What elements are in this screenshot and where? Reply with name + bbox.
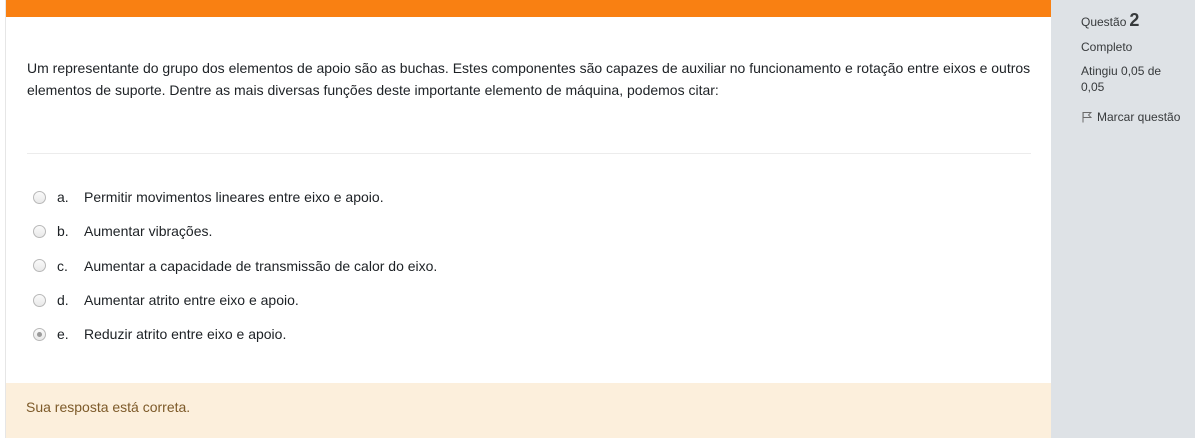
radio-button[interactable] [33, 190, 46, 204]
question-text: Um representante do grupo dos elementos … [27, 60, 1031, 98]
question-number-value: 2 [1129, 10, 1140, 30]
radio-button[interactable] [33, 224, 46, 238]
feedback-text: Sua resposta está correta. [26, 399, 191, 415]
question-state: Completo [1081, 40, 1133, 54]
question-number: Questão 2 [1081, 10, 1195, 31]
answer-letter: b. [57, 223, 69, 240]
answer-option-d[interactable]: d. Aumentar atrito entre eixo e apoio. [33, 283, 1013, 317]
question-grade: Atingiu 0,05 de 0,05 [1081, 64, 1162, 94]
answer-list: a. Permitir movimentos lineares entre ei… [33, 180, 1013, 351]
answer-option-e[interactable]: e. Reduzir atrito entre eixo e apoio. [33, 317, 1013, 351]
answer-letter: c. [57, 257, 68, 274]
answer-letter: e. [57, 326, 69, 343]
answer-label[interactable]: Permitir movimentos lineares entre eixo … [84, 189, 384, 205]
answer-option-c[interactable]: c. Aumentar a capacidade de transmissão … [33, 249, 1013, 283]
flag-question-link[interactable]: Marcar questão [1081, 110, 1195, 124]
radio-button[interactable] [33, 259, 46, 273]
question-number-label: Questão [1081, 15, 1127, 29]
answer-letter: d. [57, 292, 69, 309]
answer-option-a[interactable]: a. Permitir movimentos lineares entre ei… [33, 180, 1013, 214]
answer-label[interactable]: Aumentar vibrações. [84, 223, 212, 239]
feedback-panel: Sua resposta está correta. [6, 383, 1052, 438]
answer-label[interactable]: Aumentar atrito entre eixo e apoio. [84, 292, 299, 308]
flag-label[interactable]: Marcar questão [1097, 110, 1180, 124]
question-content: Um representante do grupo dos elementos … [5, 0, 1052, 438]
flag-icon [1082, 112, 1093, 123]
question-info-panel: Questão 2 Completo Atingiu 0,05 de 0,05 … [1051, 0, 1195, 438]
answer-label[interactable]: Aumentar a capacidade de transmissão de … [84, 258, 437, 274]
answer-label[interactable]: Reduzir atrito entre eixo e apoio. [84, 326, 286, 342]
divider [27, 153, 1031, 154]
radio-button[interactable] [33, 293, 46, 307]
page-edge [1195, 0, 1204, 445]
answer-option-b[interactable]: b. Aumentar vibrações. [33, 214, 1013, 248]
answer-letter: a. [57, 189, 69, 206]
radio-button-selected[interactable] [33, 327, 46, 341]
question-header-bar [6, 0, 1052, 17]
